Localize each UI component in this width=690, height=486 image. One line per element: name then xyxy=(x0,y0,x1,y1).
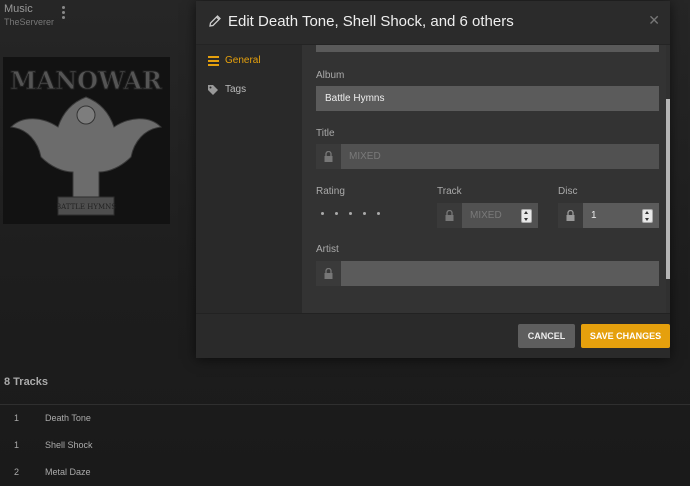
title-placeholder: MIXED xyxy=(349,151,381,162)
track-number: 1 xyxy=(14,440,20,450)
track-name: Death Tone xyxy=(45,413,91,423)
list-icon xyxy=(208,55,219,66)
section-title[interactable]: Music xyxy=(4,3,54,15)
album-label: Album xyxy=(316,70,345,81)
cancel-button[interactable]: CANCEL xyxy=(518,324,575,348)
general-form: Album Battle Hymns Title MIXED Rating Tr… xyxy=(302,45,670,313)
track-name: Shell Shock xyxy=(45,440,93,450)
close-icon[interactable]: ✕ xyxy=(648,12,660,29)
track-number: 1 xyxy=(14,413,20,423)
rating-dot[interactable] xyxy=(335,212,338,215)
artist-field[interactable] xyxy=(341,261,659,286)
artist-lock[interactable] xyxy=(316,261,341,286)
rating-stars[interactable] xyxy=(321,212,391,215)
save-changes-button[interactable]: SAVE CHANGES xyxy=(581,324,670,348)
track-field[interactable]: MIXED xyxy=(462,203,538,228)
rating-dot[interactable] xyxy=(377,212,380,215)
dialog-sidebar: General Tags xyxy=(196,45,302,313)
rating-label: Rating xyxy=(316,186,345,197)
track-row[interactable]: 1 Death Tone xyxy=(0,405,690,431)
lock-icon xyxy=(445,210,454,221)
disc-lock[interactable] xyxy=(558,203,583,228)
pencil-icon xyxy=(209,15,221,27)
track-row[interactable]: 1 Shell Shock xyxy=(0,432,690,458)
lock-icon xyxy=(324,151,333,162)
disc-stepper[interactable] xyxy=(642,209,653,223)
title-field[interactable]: MIXED xyxy=(341,144,659,169)
server-name: TheServerer xyxy=(4,17,55,27)
artist-label: Artist xyxy=(316,244,339,255)
rating-dot[interactable] xyxy=(349,212,352,215)
dialog-header: Edit Death Tone, Shell Shock, and 6 othe… xyxy=(196,1,670,45)
lock-icon xyxy=(324,268,333,279)
track-stepper[interactable] xyxy=(521,209,532,223)
tab-general[interactable]: General xyxy=(208,55,261,66)
disc-field[interactable]: 1 xyxy=(583,203,659,228)
library-header: Music TheServerer xyxy=(4,3,54,27)
album-logo-text: BATTLE HYMNS xyxy=(56,203,116,211)
partial-field[interactable] xyxy=(316,45,659,52)
track-number: 2 xyxy=(14,467,20,477)
rating-dot[interactable] xyxy=(363,212,366,215)
disc-value: 1 xyxy=(591,210,597,221)
scrollbar[interactable] xyxy=(666,45,670,313)
band-logo-text: MANOWAR xyxy=(10,66,163,95)
edit-dialog: Edit Death Tone, Shell Shock, and 6 othe… xyxy=(196,1,670,358)
track-lock[interactable] xyxy=(437,203,462,228)
lock-icon xyxy=(566,210,575,221)
album-art: MANOWAR BATTLE HYMNS xyxy=(3,57,170,224)
dialog-title: Edit Death Tone, Shell Shock, and 6 othe… xyxy=(228,13,514,30)
title-lock[interactable] xyxy=(316,144,341,169)
album-field[interactable]: Battle Hymns xyxy=(316,86,659,111)
tag-icon xyxy=(208,84,218,95)
rating-dot[interactable] xyxy=(321,212,324,215)
track-label: Track xyxy=(437,186,462,197)
tab-label: General xyxy=(225,55,261,66)
tracks-heading: 8 Tracks xyxy=(4,376,49,388)
tab-tags[interactable]: Tags xyxy=(208,84,246,95)
eagle-emblem-icon: MANOWAR BATTLE HYMNS xyxy=(3,57,170,224)
track-placeholder: MIXED xyxy=(470,210,502,221)
tab-label: Tags xyxy=(225,84,247,95)
more-options-icon[interactable] xyxy=(62,6,66,20)
track-row[interactable]: 2 Metal Daze xyxy=(0,459,690,485)
track-name: Metal Daze xyxy=(45,467,91,477)
scroll-thumb[interactable] xyxy=(666,99,670,279)
disc-label: Disc xyxy=(558,186,578,197)
title-label: Title xyxy=(316,128,335,139)
dialog-footer: CANCEL SAVE CHANGES xyxy=(196,313,670,358)
